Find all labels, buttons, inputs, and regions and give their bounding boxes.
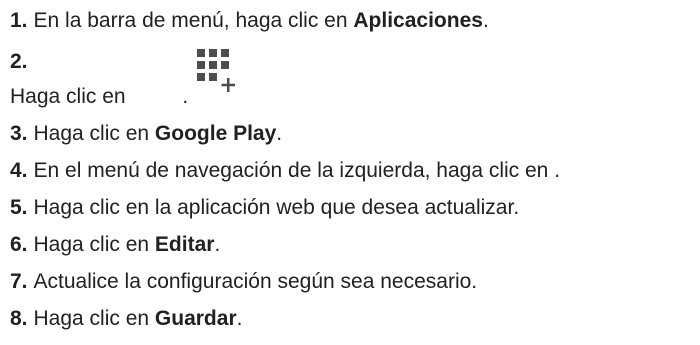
step-number: 6.	[10, 233, 28, 256]
step-number: 3.	[10, 122, 28, 145]
step-text-end: .	[214, 233, 221, 256]
step-5: 5. Haga clic en la aplicación web que des…	[10, 196, 519, 220]
step-bold-text: Aplicaciones	[353, 9, 483, 32]
step-text: Actualice la configuración según sea nec…	[33, 270, 478, 293]
step-number: 1.	[10, 9, 28, 32]
step-number: 7.	[10, 270, 28, 293]
step-number: 8.	[10, 307, 28, 330]
step-4: 4. En el menú de navegación de la izquier…	[10, 159, 560, 183]
step-number: 5.	[10, 196, 28, 219]
step-text: Haga clic en	[33, 233, 155, 256]
step-text: En el menú de navegación de la izquierda…	[33, 159, 561, 182]
step-3: 3. Haga clic en Google Play.	[10, 122, 282, 146]
step-text-end: .	[182, 85, 189, 108]
step-7: 7. Actualice la configuración según sea n…	[10, 270, 477, 294]
step-bold-text: Google Play	[154, 122, 277, 145]
step-text: Haga clic en	[33, 307, 155, 330]
step-1: 1. En la barra de menú, haga clic en Apli…	[10, 9, 489, 33]
step-text-end: .	[482, 9, 489, 32]
step-text: Haga clic en	[33, 122, 155, 145]
step-bold-text: Editar	[154, 233, 215, 256]
step-8: 8. Haga clic en Guardar.	[10, 307, 242, 331]
step-6: 6. Haga clic en Editar.	[10, 233, 220, 257]
step-bold-text: Guardar	[154, 307, 237, 330]
step-text: Haga clic en	[10, 85, 132, 108]
step-text-end: .	[236, 307, 243, 330]
step-2-text-line: Haga clic en .	[10, 85, 188, 109]
step-number: 2.	[10, 50, 28, 73]
step-text-end: .	[276, 122, 283, 145]
step-text: En la barra de menú, haga clic en	[33, 9, 354, 32]
step-text: Haga clic en la aplicación web que desea…	[33, 196, 520, 219]
step-number: 4.	[10, 159, 28, 182]
step-2: 2.	[10, 50, 34, 74]
apps-add-icon	[197, 49, 235, 92]
